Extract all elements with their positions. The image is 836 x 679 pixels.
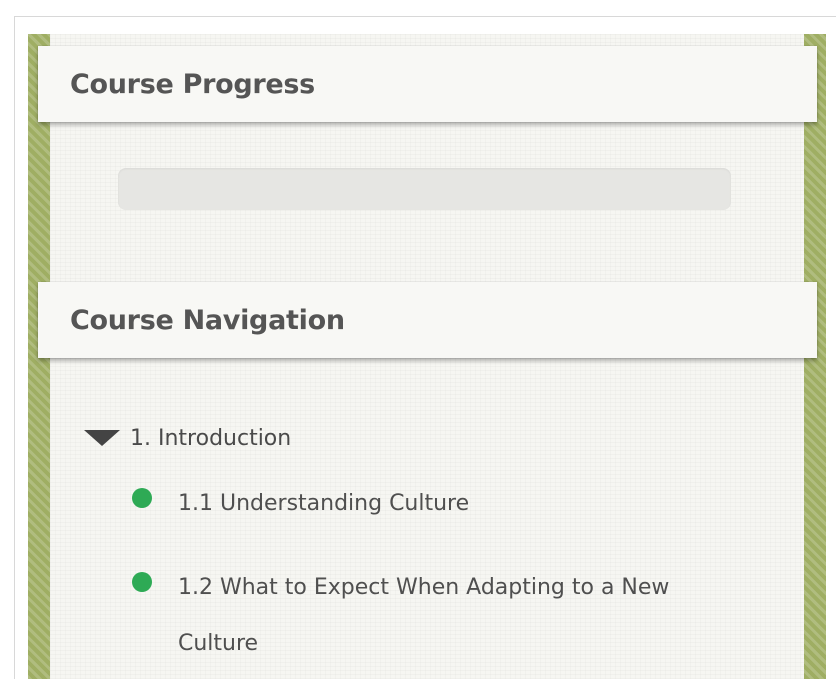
section-introduction[interactable]: 1. Introduction <box>84 414 764 462</box>
course-progress-title: Course Progress <box>70 68 315 100</box>
section-label: 1. Introduction <box>130 425 292 451</box>
status-dot-icon <box>132 488 152 508</box>
lesson-item-adapting-to-new-culture[interactable]: 1.2 What to Expect When Adapting to a Ne… <box>132 560 764 672</box>
status-dot-icon <box>132 572 152 592</box>
course-progress-bar <box>118 168 731 210</box>
course-progress-header: Course Progress <box>38 46 817 122</box>
lesson-item-understanding-culture[interactable]: 1.1 Understanding Culture <box>132 476 764 532</box>
course-navigation-header: Course Navigation <box>38 282 817 358</box>
triangle-down-icon[interactable] <box>84 430 120 446</box>
lesson-link[interactable]: 1.1 Understanding Culture <box>178 476 738 532</box>
lesson-link[interactable]: 1.2 What to Expect When Adapting to a Ne… <box>178 560 738 672</box>
course-navigation-title: Course Navigation <box>70 304 345 336</box>
course-navigation-list: 1. Introduction 1.1 Understanding Cultur… <box>84 414 764 672</box>
